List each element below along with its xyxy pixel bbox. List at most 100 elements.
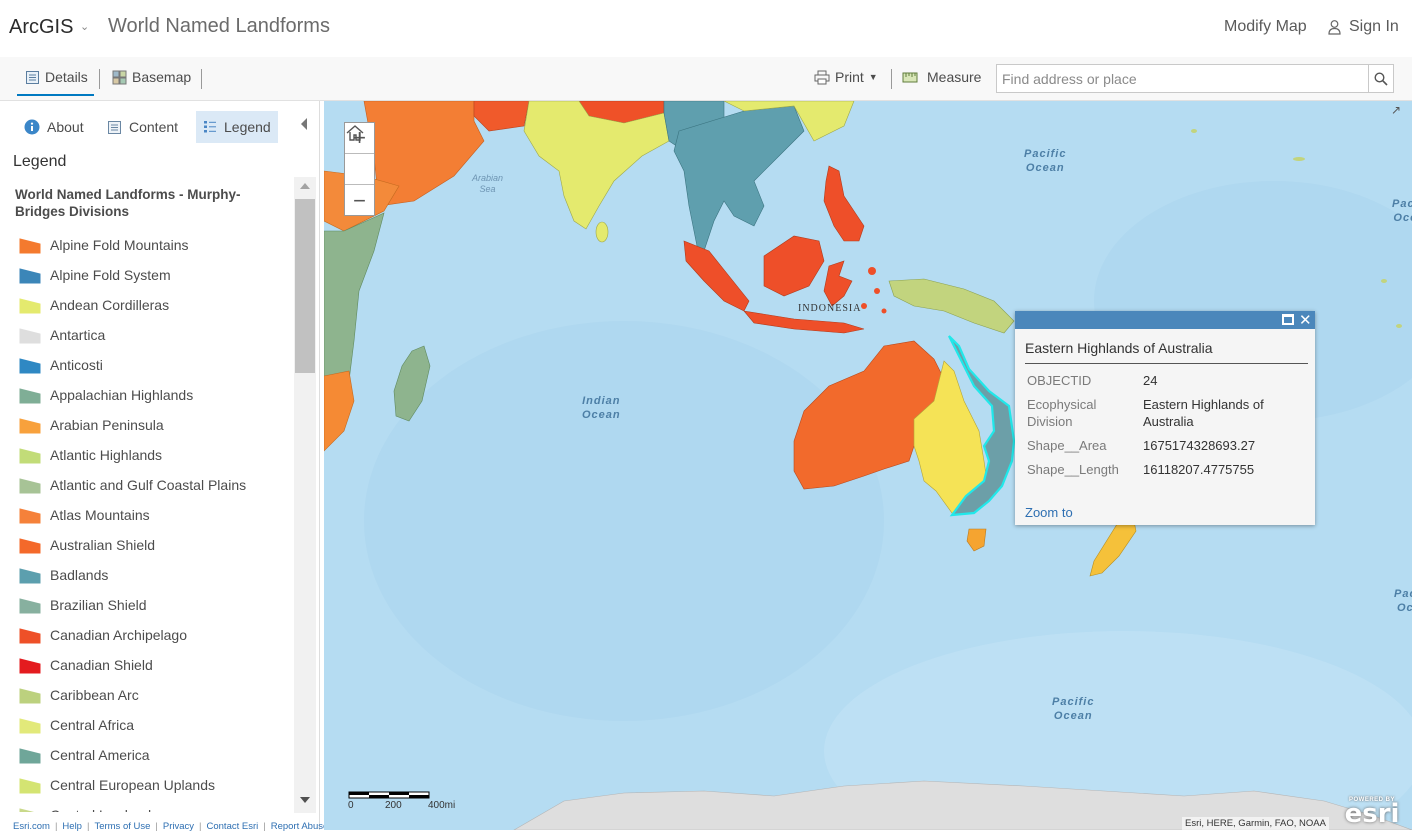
legend-item-label: Central European Uplands [50,777,215,793]
map-label-indonesia: INDONESIA [798,303,862,314]
basemap-icon [112,70,127,84]
expand-icon[interactable]: ↗ [1391,103,1401,117]
popup-field-key: OBJECTID [1027,373,1092,388]
side-panel: About Content Legend Legend World Named … [5,101,328,832]
legend-item: Central Lowlands [19,803,158,812]
popup-titlebar: ✕ [1015,311,1315,329]
legend-swatch [19,298,41,314]
tab-legend[interactable]: Legend [196,111,278,143]
collapse-panel-icon[interactable] [301,118,307,130]
legend-swatch [19,808,35,812]
toolbar: Details Basemap Print ▼ Measure [0,57,1412,101]
tab-legend-label: Legend [224,119,271,135]
legend-swatch [19,568,41,584]
active-tab-indicator [17,94,94,96]
legend-swatch [19,628,41,644]
scroll-down-icon[interactable] [300,797,310,803]
legend-item-label: Atlantic and Gulf Coastal Plains [50,477,247,493]
caret-down-icon: ▼ [868,72,878,82]
sulawesi [823,260,853,307]
details-button[interactable]: Details [25,69,88,85]
legend-item-label: Caribbean Arc [50,687,139,703]
esri-logo[interactable]: POWERED BY esri [1341,797,1403,827]
legend-icon [204,121,216,133]
footer-link-esri[interactable]: Esri.com [13,821,50,832]
legend-item: Atlantic and Gulf Coastal Plains [19,473,246,497]
legend-item: Atlantic Highlands [19,443,162,467]
new-guinea [888,278,1015,334]
popup-field-key: Ecophysical Division [1027,397,1097,429]
close-icon[interactable]: ✕ [1299,311,1312,329]
legend-item-label: Central America [50,747,150,763]
search-input[interactable] [997,65,1369,92]
esri-logo-text: esri [1344,799,1400,829]
legend-swatch [19,598,41,614]
iran-region [473,101,530,132]
tab-about[interactable]: About [17,111,91,143]
map-label-pacific-south: Pacific Ocean [1052,696,1095,722]
legend-item: Central Africa [19,713,134,737]
legend-swatch [19,658,41,674]
legend-item-label: Arabian Peninsula [50,417,164,433]
scale-label-zero: 0 [348,800,354,811]
tasmania [966,528,987,552]
legend-item-label: Canadian Shield [50,657,153,673]
map-label-pacific-ocean: Pacific Ocean [1024,148,1067,174]
footer-link-contact[interactable]: Contact Esri [207,821,259,832]
home-button[interactable] [345,125,374,185]
legend-item-label: Appalachian Highlands [50,387,194,403]
footer-link-report[interactable]: Report Abuse [271,821,329,832]
tab-content-label: Content [129,119,179,135]
zoom-to-link[interactable]: Zoom to [1025,505,1073,520]
popup-title: Eastern Highlands of Australia [1025,340,1308,364]
toolbar-divider [99,69,100,89]
legend-item: Central European Uplands [19,773,215,797]
printer-icon [814,70,830,84]
measure-button[interactable]: Measure [902,69,981,85]
details-label: Details [45,69,88,85]
india [523,101,670,230]
legend-swatch [19,508,41,524]
legend-swatch [19,538,41,554]
legend-swatch [19,778,41,794]
print-button[interactable]: Print ▼ [814,69,878,85]
legend-item: Anticosti [19,353,103,377]
legend-item: Badlands [19,563,108,587]
measure-label: Measure [927,69,982,85]
map-attribution[interactable]: Esri, HERE, Garmin, FAO, NOAA [1182,817,1329,830]
arcgis-brand[interactable]: ArcGIS [9,16,73,39]
legend-item: Alpine Fold System [19,263,171,287]
footer-link-terms[interactable]: Terms of Use [94,821,150,832]
footer-link-help[interactable]: Help [62,821,82,832]
legend-item-label: Alpine Fold System [50,267,171,283]
footer-link-privacy[interactable]: Privacy [163,821,194,832]
search-button[interactable] [1368,65,1393,92]
sign-in-link[interactable]: Sign In [1328,18,1399,36]
modify-map-link[interactable]: Modify Map [1224,18,1307,36]
print-label: Print [835,69,864,85]
zoom-out-button[interactable]: − [345,185,374,216]
sumatra [683,240,750,312]
legend-scrollbar[interactable] [294,177,316,813]
legend-item-label: Central Lowlands [50,807,158,812]
search-box [996,64,1394,93]
tab-content[interactable]: Content [100,111,185,143]
scale-bar-graphic [348,791,430,799]
scale-label-end: 400mi [428,800,456,811]
legend-list: World Named Landforms - Murphy-Bridges D… [5,178,293,812]
legend-swatch [19,448,41,464]
map-label-pacific-east-2: Pac Oc [1394,588,1412,614]
maximize-icon[interactable] [1282,314,1294,325]
search-icon [1374,71,1388,86]
east-africa [324,212,385,392]
scroll-up-icon[interactable] [300,183,310,189]
legend-item: Canadian Shield [19,653,153,677]
chevron-down-icon[interactable]: ⌄ [80,20,89,33]
scale-label-mid: 200 [385,800,402,811]
basemap-button[interactable]: Basemap [112,69,191,85]
map-label-indian-ocean: Indian Ocean [582,395,621,421]
layer-title: World Named Landforms - Murphy-Bridges D… [15,187,241,219]
tab-about-label: About [47,119,84,135]
legend-swatch [19,718,41,734]
scrollbar-thumb[interactable] [295,199,315,373]
